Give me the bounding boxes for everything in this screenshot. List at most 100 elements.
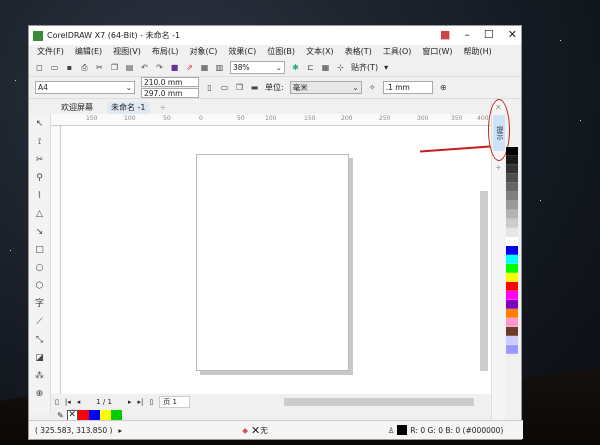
add-docker-icon[interactable]: +: [495, 163, 502, 172]
page-width-input[interactable]: 210.0 mm: [141, 77, 199, 87]
text-tool-icon[interactable]: 字: [35, 300, 44, 312]
cut-icon[interactable]: ✂: [95, 63, 104, 72]
copy-icon[interactable]: ❐: [110, 63, 119, 72]
drop-shadow-icon[interactable]: ◪: [35, 354, 44, 366]
color-swatch[interactable]: [506, 300, 518, 309]
artistic-media-icon[interactable]: ↘: [35, 228, 44, 240]
menu-window[interactable]: 窗口(W): [422, 46, 452, 57]
add-tool-icon[interactable]: ⊕: [35, 390, 44, 402]
color-swatch[interactable]: [506, 345, 518, 354]
add-icon[interactable]: ⊕: [439, 83, 448, 92]
next-page-icon[interactable]: ▸: [128, 398, 132, 406]
rectangle-tool-icon[interactable]: □: [35, 246, 44, 258]
add-page-after-icon[interactable]: ▯: [149, 398, 153, 406]
menu-table[interactable]: 表格(T): [345, 46, 372, 57]
eyedropper-icon[interactable]: ✎: [57, 411, 64, 420]
color-swatch[interactable]: [506, 309, 518, 318]
color-swatch[interactable]: [506, 291, 518, 300]
portrait-icon[interactable]: ▯: [205, 83, 214, 92]
drawing-canvas[interactable]: [61, 126, 497, 394]
first-page-icon[interactable]: |◂: [65, 398, 71, 406]
menu-help[interactable]: 帮助(H): [464, 46, 492, 57]
last-page-icon[interactable]: ▸|: [137, 398, 143, 406]
crop-tool-icon[interactable]: ✂: [35, 156, 44, 168]
color-swatch[interactable]: [506, 165, 518, 174]
zoom-level-select[interactable]: 38% ⌄: [230, 60, 285, 74]
pick-tool-icon[interactable]: ↖: [35, 120, 44, 132]
color-swatch[interactable]: [506, 147, 518, 156]
nudge-distance-input[interactable]: .1 mm: [382, 81, 433, 94]
color-swatch[interactable]: [506, 246, 518, 255]
color-swatch[interactable]: [506, 336, 518, 345]
color-swatch[interactable]: [506, 255, 518, 264]
publish-icon[interactable]: ▦: [200, 63, 209, 72]
play-icon[interactable]: ▸: [118, 426, 122, 435]
redo-icon[interactable]: ↷: [155, 63, 164, 72]
page-height-input[interactable]: 297.0 mm: [141, 88, 199, 98]
color-swatch[interactable]: [506, 219, 518, 228]
menu-object[interactable]: 对象(C): [190, 46, 218, 57]
color-swatch[interactable]: [506, 201, 518, 210]
menu-text[interactable]: 文本(X): [306, 46, 334, 57]
ellipse-tool-icon[interactable]: ○: [35, 264, 44, 276]
color-swatch[interactable]: [506, 174, 518, 183]
landscape-icon[interactable]: ▭: [220, 83, 229, 92]
horizontal-scrollbar[interactable]: [284, 398, 474, 406]
menu-tools[interactable]: 工具(O): [383, 46, 412, 57]
color-swatch[interactable]: [506, 156, 518, 165]
freehand-tool-icon[interactable]: ⌇: [35, 192, 44, 204]
export-icon[interactable]: ⇗: [185, 63, 194, 72]
new-tab-icon[interactable]: +: [160, 103, 167, 112]
smart-fill-icon[interactable]: △: [35, 210, 44, 222]
menu-view[interactable]: 视图(V): [113, 46, 141, 57]
shape-tool-icon[interactable]: ⟟: [35, 138, 44, 150]
maximize-button[interactable]: ☐: [484, 28, 494, 41]
parallel-dimension-icon[interactable]: ⟋: [35, 318, 44, 330]
print-icon[interactable]: ⎙: [80, 63, 89, 72]
rulers-icon[interactable]: ⊏: [306, 63, 315, 72]
full-screen-icon[interactable]: ✱: [291, 63, 300, 72]
page-tab-1[interactable]: 页 1: [159, 395, 190, 408]
add-page-icon[interactable]: ▯: [55, 398, 59, 406]
document-color-swatch[interactable]: [110, 409, 122, 421]
pdf-icon[interactable]: ▥: [215, 63, 224, 72]
page-size-select[interactable]: A4 ⌄: [35, 81, 135, 94]
grid-icon[interactable]: ▦: [321, 63, 330, 72]
color-swatch[interactable]: [506, 318, 518, 327]
no-color-swatch[interactable]: ✕: [66, 409, 78, 421]
color-swatch[interactable]: [506, 273, 518, 282]
polygon-tool-icon[interactable]: ⬡: [35, 282, 44, 294]
open-icon[interactable]: ▭: [50, 63, 59, 72]
all-pages-icon[interactable]: ❐: [235, 83, 244, 92]
menu-layout[interactable]: 布局(L): [152, 46, 179, 57]
color-swatch[interactable]: [506, 228, 518, 237]
current-page-icon[interactable]: ▬: [250, 83, 259, 92]
chevron-down-icon[interactable]: ▾: [384, 63, 388, 72]
color-swatch[interactable]: [506, 192, 518, 201]
guidelines-icon[interactable]: ⊹: [336, 63, 345, 72]
tab-untitled-1[interactable]: 未命名 -1: [107, 101, 150, 114]
menu-edit[interactable]: 编辑(E): [75, 46, 102, 57]
document-color-swatch[interactable]: [77, 409, 89, 421]
save-icon[interactable]: ▪: [65, 63, 74, 72]
color-swatch[interactable]: [506, 183, 518, 192]
units-select[interactable]: 毫米 ⌄: [289, 81, 362, 94]
connector-tool-icon[interactable]: ⤡: [35, 336, 44, 348]
paste-icon[interactable]: ▤: [125, 63, 134, 72]
color-swatch[interactable]: [506, 237, 518, 246]
vertical-scrollbar[interactable]: [480, 191, 488, 371]
menu-effects[interactable]: 效果(C): [228, 46, 256, 57]
document-page[interactable]: [196, 154, 349, 371]
color-swatch[interactable]: [506, 210, 518, 219]
undo-icon[interactable]: ↶: [140, 63, 149, 72]
previous-page-icon[interactable]: ◂: [77, 398, 81, 406]
color-swatch[interactable]: [506, 264, 518, 273]
document-color-swatch[interactable]: [88, 409, 100, 421]
zoom-tool-icon[interactable]: ⚲: [35, 174, 44, 186]
transparency-tool-icon[interactable]: ⁂: [35, 372, 44, 384]
minimize-button[interactable]: –: [464, 28, 470, 41]
user-icon[interactable]: ■: [440, 28, 450, 41]
close-button[interactable]: ✕: [508, 28, 517, 41]
color-swatch[interactable]: [506, 282, 518, 291]
import-icon[interactable]: ■: [170, 63, 179, 72]
